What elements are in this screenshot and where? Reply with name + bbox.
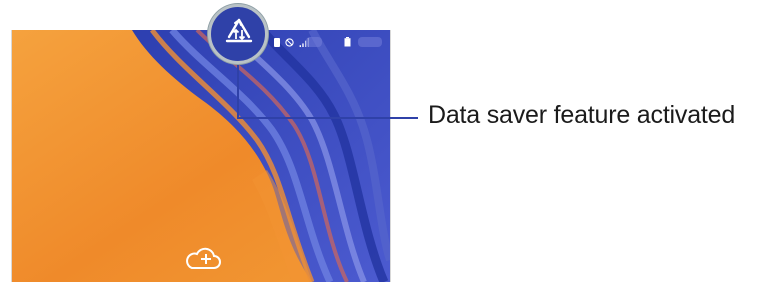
data-saver-icon	[225, 18, 253, 43]
cloud-add-icon[interactable]	[184, 246, 224, 272]
magnifier-circle	[208, 4, 268, 64]
device-screen	[11, 30, 391, 282]
sim-icon	[274, 37, 280, 47]
status-blur	[358, 37, 382, 47]
battery-icon	[344, 37, 351, 47]
no-access-icon	[285, 37, 294, 47]
status-blur	[306, 37, 322, 47]
callout-label: Data saver feature activated	[428, 101, 736, 129]
wallpaper	[12, 30, 390, 282]
status-bar	[274, 35, 384, 49]
